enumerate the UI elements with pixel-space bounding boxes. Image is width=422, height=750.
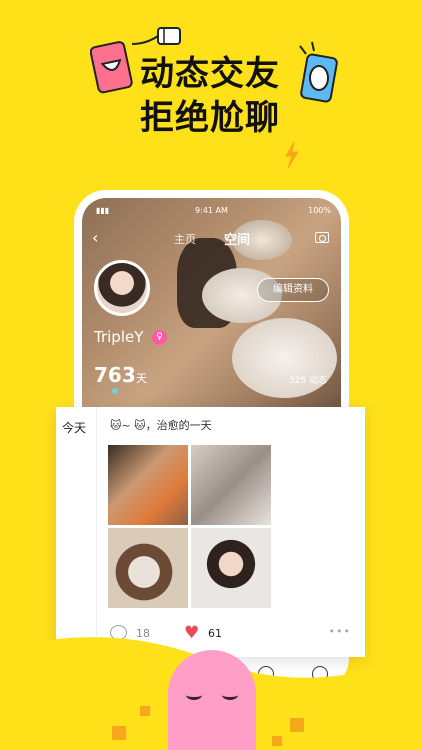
tab-home[interactable]: 主页 bbox=[174, 231, 196, 247]
nav-bar: ‹ 主页 空间 bbox=[82, 228, 341, 252]
headline: 动态交友 拒绝尬聊 bbox=[140, 52, 280, 140]
edit-profile-button[interactable]: 编辑资料 bbox=[257, 278, 329, 302]
profile-name: TripleY bbox=[94, 328, 144, 346]
avatar[interactable] bbox=[94, 260, 150, 316]
status-bar: ▮▮▮ 9:41 AM 100% bbox=[92, 206, 331, 218]
battery-indicator: 100% bbox=[308, 206, 331, 215]
days-unit: 天 bbox=[136, 372, 147, 385]
post-photo[interactable] bbox=[108, 528, 188, 608]
headline-line2: 拒绝尬聊 bbox=[140, 98, 280, 138]
phone-sticker-right bbox=[299, 41, 338, 103]
post-text: 🐱~ 🐱，治愈的一天 bbox=[110, 419, 212, 432]
female-icon: ♀ bbox=[152, 330, 167, 345]
mascot bbox=[168, 650, 256, 750]
post-count: 325 动态 bbox=[288, 376, 327, 386]
date-label: 今天 bbox=[62, 421, 87, 435]
mascot-eye bbox=[222, 690, 238, 700]
phone-sticker-left bbox=[90, 41, 133, 94]
camera-icon[interactable] bbox=[315, 232, 329, 243]
timeline-dot bbox=[112, 388, 118, 394]
headline-line1: 动态交友 bbox=[140, 54, 280, 94]
tab-space[interactable]: 空间 bbox=[224, 229, 250, 248]
status-time: 9:41 AM bbox=[195, 206, 228, 215]
post-photo[interactable] bbox=[191, 445, 271, 525]
days-count: 763 bbox=[94, 363, 136, 387]
mascot-eye bbox=[186, 690, 202, 700]
photo-grid bbox=[108, 445, 272, 609]
post-photo[interactable] bbox=[108, 445, 188, 525]
hand-sticker bbox=[131, 27, 181, 45]
post-photo[interactable] bbox=[191, 528, 271, 608]
chevron-left-icon[interactable]: ‹ bbox=[92, 228, 98, 247]
lightning-icon bbox=[285, 141, 299, 169]
